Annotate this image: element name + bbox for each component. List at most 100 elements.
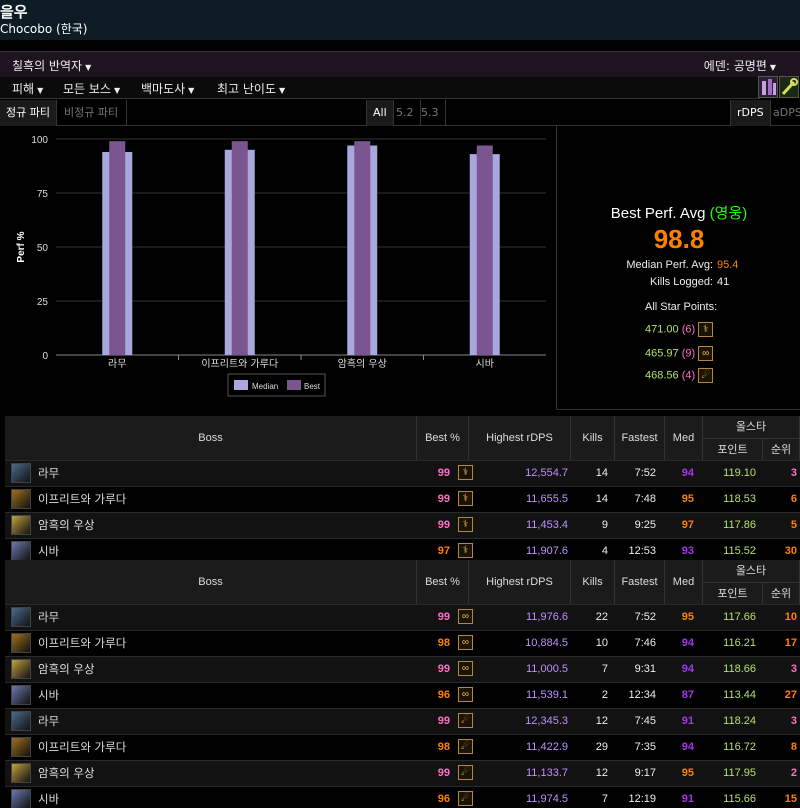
table-row[interactable]: 라무 99 ⚕ 12,554.7 14 7:52 94 119.10 3 bbox=[5, 460, 800, 486]
boss-portrait-icon bbox=[11, 515, 31, 535]
fastest-time: 7:45 bbox=[634, 715, 656, 727]
party-nonregular-button[interactable]: 비정규 파티 bbox=[58, 100, 127, 126]
kills-count: 22 bbox=[595, 611, 608, 623]
col-header-rank[interactable]: 순위 bbox=[763, 582, 800, 604]
ast-icon: ☄ bbox=[458, 739, 473, 754]
best-percent: 99 bbox=[437, 715, 450, 727]
col-header-kills[interactable]: Kills bbox=[571, 416, 615, 460]
allstar-rank: (4) bbox=[681, 369, 696, 382]
col-header-fastest[interactable]: Fastest bbox=[615, 560, 665, 604]
job-cell: ⚕ bbox=[455, 517, 473, 533]
table-row[interactable]: 라무 99 ∞ 11,976.6 22 7:52 95 117.66 10 bbox=[5, 604, 800, 630]
zone-selector[interactable]: 칠흑의 반역자 ▼ bbox=[12, 57, 91, 74]
fastest-time: 9:25 bbox=[634, 519, 656, 531]
partition-selector[interactable]: 에덴: 공명편 ▼ bbox=[704, 57, 776, 74]
boss-name: 라무 bbox=[38, 714, 60, 728]
kills-count: 14 bbox=[595, 467, 608, 479]
col-header-med[interactable]: Med bbox=[665, 416, 703, 460]
median-percent: 95 bbox=[681, 493, 694, 505]
allstar-row: 465.97 (9) ∞ bbox=[645, 346, 714, 361]
fastest-time: 9:31 bbox=[634, 663, 656, 675]
allstar-rank: 6 bbox=[790, 493, 797, 505]
boss-name: 암흑의 우상 bbox=[38, 766, 95, 780]
table-row[interactable]: 라무 99 ☄ 12,345.3 12 7:45 91 118.24 3 bbox=[5, 708, 800, 734]
boss-name: 암흑의 우상 bbox=[38, 662, 95, 676]
allstar-points: 117.66 bbox=[723, 611, 756, 623]
whm-icon: ⚕ bbox=[458, 517, 473, 532]
table-row[interactable]: 이프리트와 가루다 98 ☄ 11,422.9 29 7:35 94 116.72 8 bbox=[5, 734, 800, 760]
character-header: 을우 Chocobo (한국) bbox=[0, 0, 800, 40]
metric-rdps-button[interactable]: rDPS bbox=[730, 100, 771, 126]
best-percent: 99 bbox=[437, 519, 450, 531]
allstar-row: 471.00 (6) ⚕ bbox=[645, 322, 714, 337]
ast-icon: ☄ bbox=[458, 791, 473, 806]
best-perf-value: 98.8 bbox=[653, 224, 705, 254]
allstar-points: 116.72 bbox=[723, 741, 756, 753]
corner-icons bbox=[758, 76, 800, 100]
allstar-rank: 5 bbox=[790, 519, 797, 531]
y-tick-label: 75 bbox=[37, 189, 49, 200]
table-row[interactable]: 암흑의 우상 99 ⚕ 11,453.4 9 9:25 97 117.86 5 bbox=[5, 512, 800, 538]
patch-53-button[interactable]: 5.3 bbox=[415, 100, 446, 126]
menu-difficulty[interactable]: 최고 난이도 ▼ bbox=[217, 80, 285, 97]
col-header-points[interactable]: 포인트 bbox=[703, 438, 763, 460]
col-header-best[interactable]: Best % bbox=[417, 416, 469, 460]
y-tick-label: 50 bbox=[37, 243, 49, 254]
menu-label: 최고 난이도 bbox=[217, 82, 277, 96]
allstar-row: 468.56 (4) ☄ bbox=[645, 368, 714, 383]
allstar-rank: 3 bbox=[790, 715, 797, 727]
whm-icon: ⚕ bbox=[698, 322, 714, 337]
col-header-boss[interactable]: Boss bbox=[5, 416, 417, 460]
menu-metric[interactable]: 피해 ▼ bbox=[12, 80, 43, 97]
highest-rdps: 11,976.6 bbox=[525, 611, 568, 623]
col-header-boss[interactable]: Boss bbox=[5, 560, 417, 604]
kills-count: 12 bbox=[595, 715, 608, 727]
table-row[interactable]: 시바 96 ☄ 11,974.5 7 12:19 91 115.66 15 bbox=[5, 786, 800, 808]
allstar-rank: (6) bbox=[681, 323, 696, 336]
col-header-fastest[interactable]: Fastest bbox=[615, 416, 665, 460]
job-cell: ∞ bbox=[455, 687, 473, 703]
col-header-best[interactable]: Best % bbox=[417, 560, 469, 604]
best-percent: 99 bbox=[437, 493, 450, 505]
best-perf-title: Best Perf. Avg (영웅) bbox=[557, 202, 800, 223]
metric-adps-button[interactable]: aDPS bbox=[767, 100, 800, 126]
ast-icon: ☄ bbox=[458, 765, 473, 780]
menu-boss[interactable]: 모든 보스 ▼ bbox=[63, 80, 120, 97]
key-icon[interactable] bbox=[779, 76, 799, 98]
fastest-time: 12:19 bbox=[628, 793, 656, 805]
job-portrait-icon[interactable] bbox=[758, 76, 778, 98]
kills-count: 12 bbox=[595, 767, 608, 779]
highest-rdps: 12,554.7 bbox=[525, 467, 568, 479]
allstar-points: 468.56 bbox=[645, 369, 679, 382]
col-header-highest[interactable]: Highest rDPS bbox=[469, 560, 571, 604]
table-row[interactable]: 이프리트와 가루다 98 ∞ 10,884.5 10 7:46 94 116.21 17 bbox=[5, 630, 800, 656]
fastest-time: 12:34 bbox=[628, 689, 656, 701]
boss-name: 암흑의 우상 bbox=[38, 518, 95, 532]
party-regular-button[interactable]: 정규 파티 bbox=[0, 100, 57, 126]
col-header-med[interactable]: Med bbox=[665, 560, 703, 604]
best-percent: 99 bbox=[437, 663, 450, 675]
table-row[interactable]: 암흑의 우상 99 ∞ 11,000.5 7 9:31 94 118.66 3 bbox=[5, 656, 800, 682]
boss-portrait-icon bbox=[11, 489, 31, 509]
legend-label-median: Median bbox=[252, 382, 278, 391]
kills-count: 29 bbox=[595, 741, 608, 753]
menu-bar: 피해 ▼ 모든 보스 ▼ 백마도사 ▼ 최고 난이도 ▼ bbox=[0, 77, 760, 99]
job-cell: ⚕ bbox=[455, 543, 473, 559]
col-header-points[interactable]: 포인트 bbox=[703, 582, 763, 604]
table-row[interactable]: 이프리트와 가루다 99 ⚕ 11,655.5 14 7:48 95 118.53 6 bbox=[5, 486, 800, 512]
job-cell: ☄ bbox=[455, 739, 473, 755]
menu-job[interactable]: 백마도사 ▼ bbox=[141, 80, 194, 97]
legend-swatch-best bbox=[287, 380, 301, 390]
job-cell: ∞ bbox=[455, 635, 473, 651]
table-header: Boss Best % Highest rDPS Kills Fastest Med 올스타… bbox=[5, 560, 800, 604]
sch-icon: ∞ bbox=[458, 635, 473, 650]
table-row[interactable]: 암흑의 우상 99 ☄ 11,133.7 12 9:17 95 117.95 2 bbox=[5, 760, 800, 786]
sch-icon: ∞ bbox=[698, 346, 714, 361]
allstar-points: 118.53 bbox=[723, 493, 756, 505]
best-percent: 96 bbox=[437, 689, 450, 701]
median-percent: 94 bbox=[681, 663, 694, 675]
col-header-kills[interactable]: Kills bbox=[571, 560, 615, 604]
col-header-rank[interactable]: 순위 bbox=[763, 438, 800, 460]
col-header-highest[interactable]: Highest rDPS bbox=[469, 416, 571, 460]
table-row[interactable]: 시바 96 ∞ 11,539.1 2 12:34 87 113.44 27 bbox=[5, 682, 800, 708]
